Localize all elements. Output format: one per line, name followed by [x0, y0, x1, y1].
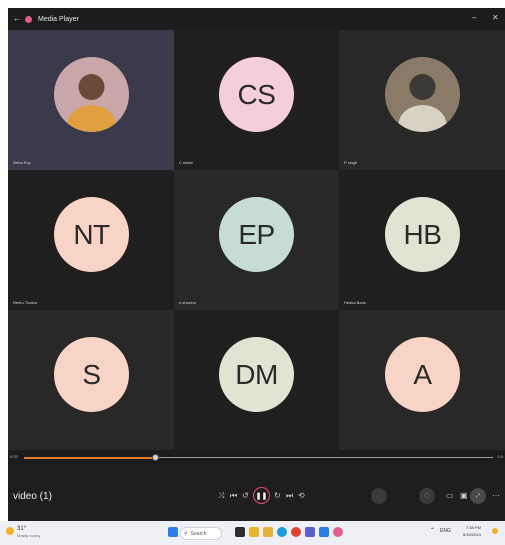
- weather-text: Mostly sunny: [17, 533, 41, 538]
- participant-avatar: HB: [385, 197, 460, 272]
- next-button[interactable]: ⏭: [286, 491, 293, 501]
- search-label: Search: [190, 530, 207, 537]
- seek-thumb[interactable]: [152, 454, 160, 461]
- participant-avatar: S: [54, 337, 129, 412]
- participant-avatar: A: [385, 337, 460, 412]
- weather-icon[interactable]: [6, 527, 14, 535]
- participant-avatar: EP: [219, 197, 294, 272]
- tray-language[interactable]: ENG: [440, 528, 451, 534]
- time-elapsed: 0:33: [10, 454, 18, 459]
- more-options-button[interactable]: ⋯: [492, 491, 500, 500]
- seek-progress: [24, 456, 156, 459]
- media-player-window: ← Media Player – ✕ Neha Roy CS C sinha P si…: [8, 8, 505, 521]
- fullscreen-icon: ⤢: [475, 493, 480, 499]
- previous-button[interactable]: ⏮: [230, 491, 237, 501]
- participant-avatar: CS: [219, 57, 294, 132]
- volume-icon: ♩: [376, 493, 382, 499]
- participant-photo: [54, 57, 129, 132]
- back-arrow-icon[interactable]: ←: [13, 15, 21, 23]
- seek-track[interactable]: [24, 454, 493, 461]
- weather-temp: 31°: [17, 526, 27, 532]
- participant-name: C sinha: [179, 160, 193, 165]
- media-player-app-icon: [25, 15, 32, 23]
- cast-button[interactable]: ▭: [446, 491, 454, 500]
- player-controls: video (1) ⤨ ⏮ ↺ ❚❚ ↻ ⏭ ⟲ ♩ ◯ ▭ ▣ ⤢ ⋯: [8, 464, 505, 521]
- widgets-icon[interactable]: [249, 527, 259, 537]
- minimize-button[interactable]: –: [472, 13, 476, 22]
- close-button[interactable]: ✕: [492, 13, 499, 22]
- search-icon: ⚲: [184, 530, 188, 537]
- file-explorer-icon[interactable]: [263, 527, 273, 537]
- repeat-button[interactable]: ⟲: [298, 491, 305, 500]
- pause-button[interactable]: ❚❚: [253, 487, 270, 504]
- taskbar-search[interactable]: ⚲ Search: [180, 527, 222, 540]
- participant-tile: P singh: [339, 30, 505, 170]
- participant-tile: Neha Roy: [8, 30, 174, 170]
- fullscreen-button[interactable]: ⤢: [470, 488, 486, 504]
- miniplayer-button[interactable]: ▣: [460, 491, 468, 500]
- time-total: 0:0: [497, 454, 503, 459]
- participant-tile: CS C sinha: [174, 30, 339, 170]
- notification-icon[interactable]: [492, 528, 498, 534]
- seek-bar[interactable]: 0:33 0:0: [8, 450, 505, 464]
- participant-tile: A: [339, 310, 505, 450]
- participant-name: Neetu Thakur: [13, 300, 38, 305]
- participant-tile: NT Neetu Thakur: [8, 170, 174, 310]
- store-icon[interactable]: [319, 527, 329, 537]
- volume-button[interactable]: ♩: [371, 488, 387, 504]
- participant-photo: [385, 57, 460, 132]
- tray-time[interactable]: 7:38 PM: [466, 525, 481, 530]
- taskbar: 31° Mostly sunny ⚲ Search ⌃ ENG 7:38 PM …: [0, 521, 505, 545]
- video-title: video (1): [13, 491, 52, 502]
- skip-back-button[interactable]: ↺: [242, 491, 249, 500]
- speed-button[interactable]: ◯: [419, 488, 435, 504]
- participant-tile: DM: [174, 310, 339, 450]
- media-player-icon[interactable]: [333, 527, 343, 537]
- participant-tile: EP e.sharma: [174, 170, 339, 310]
- task-view-icon[interactable]: [235, 527, 245, 537]
- tray-overflow-icon[interactable]: ⌃: [430, 527, 435, 534]
- participant-avatar: NT: [54, 197, 129, 272]
- windows-start-icon[interactable]: [168, 527, 178, 537]
- shuffle-button[interactable]: ⤨: [218, 491, 224, 501]
- title-bar: ← Media Player – ✕: [8, 8, 505, 30]
- skip-forward-button[interactable]: ↻: [274, 491, 281, 500]
- participant-grid: Neha Roy CS C sinha P singh NT Neetu Thakur EP…: [8, 30, 505, 450]
- participant-avatar: DM: [219, 337, 294, 412]
- participant-name: Neha Roy: [13, 160, 31, 165]
- window-title: Media Player: [38, 15, 79, 23]
- edge-icon[interactable]: [277, 527, 287, 537]
- pause-icon: ❚❚: [255, 492, 268, 500]
- participant-name: e.sharma: [179, 300, 196, 305]
- speed-icon: ◯: [424, 493, 430, 499]
- participant-name: Hesha Bank: [344, 300, 366, 305]
- chrome-icon[interactable]: [291, 527, 301, 537]
- teams-icon[interactable]: [305, 527, 315, 537]
- participant-tile: HB Hesha Bank: [339, 170, 505, 310]
- participant-tile: S: [8, 310, 174, 450]
- participant-name: P singh: [344, 160, 358, 165]
- tray-date[interactable]: 8/15/2024: [463, 532, 481, 537]
